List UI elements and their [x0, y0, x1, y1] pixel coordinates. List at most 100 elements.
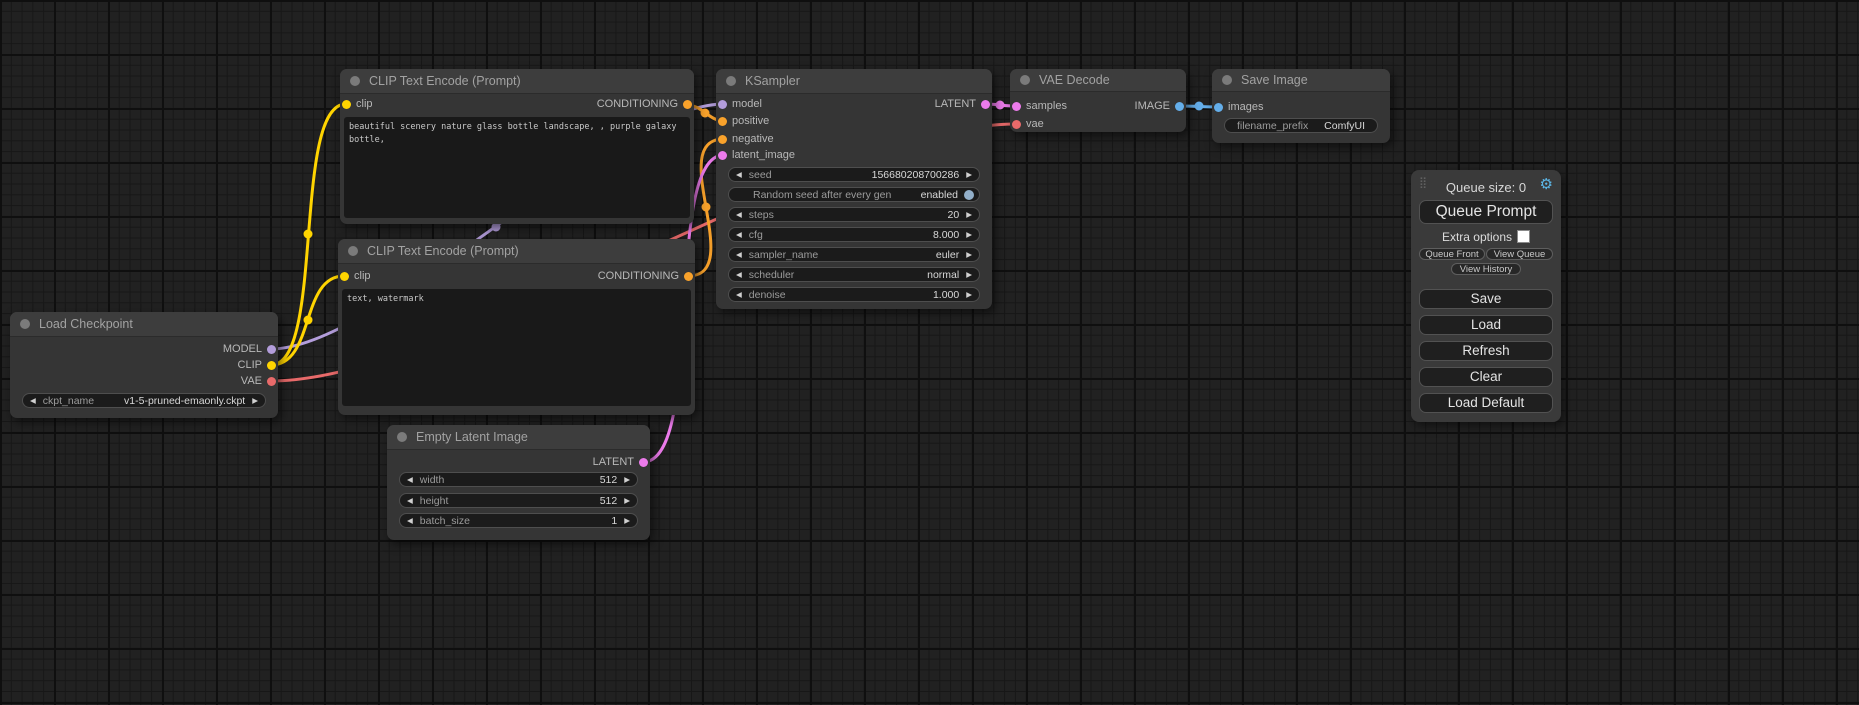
batch-size-widget[interactable]: ◀ batch_size 1 ▶ [399, 513, 638, 528]
widget-value: normal [927, 269, 959, 281]
decrement-icon[interactable]: ◀ [729, 250, 749, 259]
load-default-button[interactable]: Load Default [1419, 393, 1553, 413]
node-titlebar[interactable]: VAE Decode [1010, 69, 1186, 92]
clear-button[interactable]: Clear [1419, 367, 1553, 387]
input-row-vae: vae [1010, 116, 1186, 132]
filename-prefix-widget[interactable]: filename_prefix ComfyUI [1224, 118, 1378, 133]
vae-output-port[interactable] [267, 377, 276, 386]
steps-widget[interactable]: ◀ steps 20 ▶ [728, 207, 980, 222]
decrement-icon[interactable]: ◀ [729, 210, 749, 219]
collapse-dot-icon[interactable] [350, 76, 360, 86]
decrement-icon[interactable]: ◀ [729, 230, 749, 239]
extra-options-checkbox[interactable] [1517, 230, 1530, 243]
cfg-widget[interactable]: ◀ cfg 8.000 ▶ [728, 227, 980, 242]
load-button[interactable]: Load [1419, 315, 1553, 335]
ckpt-name-widget[interactable]: ◀ ckpt_name v1-5-pruned-emaonly.ckpt ▶ [22, 393, 266, 408]
output-row-vae: VAE [10, 373, 278, 389]
decrement-icon[interactable]: ◀ [400, 475, 420, 484]
node-title: CLIP Text Encode (Prompt) [367, 239, 519, 263]
node-vae-decode[interactable]: VAE Decode samples IMAGE vae [1010, 69, 1186, 132]
denoise-widget[interactable]: ◀ denoise 1.000 ▶ [728, 287, 980, 302]
collapse-dot-icon[interactable] [1020, 75, 1030, 85]
node-titlebar[interactable]: KSampler [716, 69, 992, 94]
node-empty-latent-image[interactable]: Empty Latent Image LATENT ◀ width 512 ▶ … [387, 425, 650, 540]
wire-midpoint-dot [304, 316, 313, 325]
increment-icon[interactable]: ▶ [617, 475, 637, 484]
images-input-port[interactable] [1214, 103, 1223, 112]
refresh-button[interactable]: Refresh [1419, 341, 1553, 361]
increment-icon[interactable]: ▶ [959, 250, 979, 259]
positive-input-port[interactable] [718, 117, 727, 126]
increment-icon[interactable]: ▶ [959, 210, 979, 219]
input-row-images: images [1212, 99, 1390, 115]
scheduler-widget[interactable]: ◀ scheduler normal ▶ [728, 267, 980, 282]
node-titlebar[interactable]: Load Checkpoint [10, 312, 278, 337]
node-ksampler[interactable]: KSampler model LATENT positive negative … [716, 69, 992, 309]
latent-image-input-port[interactable] [718, 151, 727, 160]
node-save-image[interactable]: Save Image images filename_prefix ComfyU… [1212, 69, 1390, 143]
node-titlebar[interactable]: Save Image [1212, 69, 1390, 92]
sampler-name-widget[interactable]: ◀ sampler_name euler ▶ [728, 247, 980, 262]
clip-output-port[interactable] [267, 361, 276, 370]
port-label: VAE [241, 373, 262, 389]
latent-output-port[interactable] [981, 100, 990, 109]
clip-input-port[interactable] [340, 272, 349, 281]
view-history-button[interactable]: View History [1451, 263, 1521, 275]
widget-value: 512 [600, 495, 618, 507]
samples-input-port[interactable] [1012, 102, 1021, 111]
negative-input-port[interactable] [718, 135, 727, 144]
height-widget[interactable]: ◀ height 512 ▶ [399, 493, 638, 508]
toggle-knob-icon[interactable] [964, 190, 974, 200]
collapse-dot-icon[interactable] [20, 319, 30, 329]
queue-prompt-button[interactable]: Queue Prompt [1419, 200, 1553, 224]
save-button[interactable]: Save [1419, 289, 1553, 309]
port-label: CONDITIONING [597, 96, 678, 112]
node-graph-canvas[interactable]: Load Checkpoint MODEL CLIP VAE ◀ ckpt_na… [0, 0, 1859, 705]
node-clip-text-encode-positive[interactable]: CLIP Text Encode (Prompt) clip CONDITION… [340, 69, 694, 224]
collapse-dot-icon[interactable] [1222, 75, 1232, 85]
collapse-dot-icon[interactable] [726, 76, 736, 86]
decrement-icon[interactable]: ◀ [729, 170, 749, 179]
conditioning-output-port[interactable] [684, 272, 693, 281]
seed-widget[interactable]: ◀ seed 156680208700286 ▶ [728, 167, 980, 182]
conditioning-output-port[interactable] [683, 100, 692, 109]
width-widget[interactable]: ◀ width 512 ▶ [399, 472, 638, 487]
model-output-port[interactable] [267, 345, 276, 354]
node-clip-text-encode-negative[interactable]: CLIP Text Encode (Prompt) clip CONDITION… [338, 239, 695, 415]
clip-input-port[interactable] [342, 100, 351, 109]
node-titlebar[interactable]: CLIP Text Encode (Prompt) [340, 69, 694, 94]
collapse-dot-icon[interactable] [348, 246, 358, 256]
queue-size-label: Queue size: 0 [1411, 180, 1561, 195]
decrement-icon[interactable]: ◀ [23, 396, 43, 405]
queue-panel[interactable]: ⣿ Queue size: 0 ⚙ Queue Prompt Extra opt… [1411, 170, 1561, 422]
increment-icon[interactable]: ▶ [245, 396, 265, 405]
prompt-textarea[interactable]: beautiful scenery nature glass bottle la… [344, 117, 690, 218]
view-queue-button[interactable]: View Queue [1486, 248, 1553, 260]
node-titlebar[interactable]: Empty Latent Image [387, 425, 650, 450]
increment-icon[interactable]: ▶ [617, 496, 637, 505]
output-row-latent: LATENT [387, 454, 650, 470]
image-output-port[interactable] [1175, 102, 1184, 111]
increment-icon[interactable]: ▶ [617, 516, 637, 525]
collapse-dot-icon[interactable] [397, 432, 407, 442]
increment-icon[interactable]: ▶ [959, 230, 979, 239]
decrement-icon[interactable]: ◀ [400, 516, 420, 525]
port-label: LATENT [935, 96, 976, 112]
model-input-port[interactable] [718, 100, 727, 109]
random-seed-toggle-widget[interactable]: Random seed after every gen enabled [728, 187, 980, 202]
node-titlebar[interactable]: CLIP Text Encode (Prompt) [338, 239, 695, 264]
widget-value: enabled [921, 189, 958, 201]
queue-front-button[interactable]: Queue Front [1419, 248, 1485, 260]
decrement-icon[interactable]: ◀ [729, 270, 749, 279]
latent-output-port[interactable] [639, 458, 648, 467]
node-load-checkpoint[interactable]: Load Checkpoint MODEL CLIP VAE ◀ ckpt_na… [10, 312, 278, 418]
increment-icon[interactable]: ▶ [959, 170, 979, 179]
increment-icon[interactable]: ▶ [959, 290, 979, 299]
increment-icon[interactable]: ▶ [959, 270, 979, 279]
vae-input-port[interactable] [1012, 120, 1021, 129]
decrement-icon[interactable]: ◀ [400, 496, 420, 505]
gear-icon[interactable]: ⚙ [1540, 177, 1553, 192]
prompt-textarea[interactable]: text, watermark [342, 289, 691, 406]
decrement-icon[interactable]: ◀ [729, 290, 749, 299]
widget-label: filename_prefix [1237, 120, 1308, 132]
